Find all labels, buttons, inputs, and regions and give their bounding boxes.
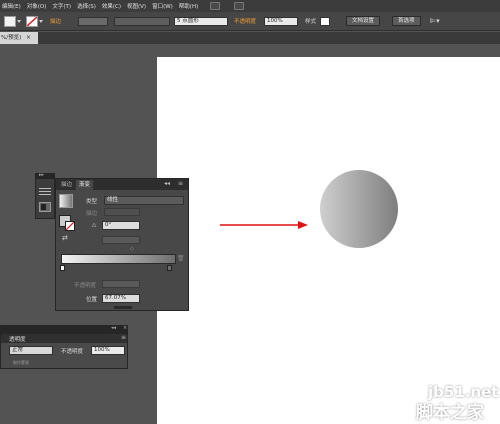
location-value: 67.07% [105, 295, 126, 301]
angle-value: 0° [105, 222, 112, 228]
stroke-row-label: 描边 [86, 211, 98, 217]
document-setup-button[interactable]: 文档设置 [346, 16, 381, 26]
angle-field[interactable]: 0° [102, 221, 140, 230]
gradient-panel-titlebar: 描边 渐变 ◂◂ ≡ [56, 179, 188, 190]
midpoint-diamond-icon[interactable]: ◇ [130, 246, 134, 252]
transparency-opacity-value: 100% [94, 347, 110, 353]
panel-icon-strip: ▸▸ [35, 172, 55, 219]
type-label: 类型 [86, 199, 98, 205]
gradient-preview-swatch[interactable] [59, 194, 73, 208]
document-tab[interactable]: %/预览) × [0, 32, 38, 44]
close-icon[interactable]: × [123, 325, 127, 331]
strip-header[interactable]: ▸▸ [36, 172, 54, 179]
collapse-icon[interactable]: ▸▸ [39, 172, 44, 178]
stroke-none-small-icon[interactable] [65, 221, 75, 231]
aspect-ratio-field[interactable] [102, 236, 140, 244]
red-arrow-icon [220, 221, 308, 229]
stroke-none-icon[interactable] [26, 16, 38, 27]
gradient-panel-icon[interactable] [39, 202, 51, 212]
align-panel-icon[interactable] [39, 186, 51, 196]
watermark-text: 脚本之家 [416, 403, 484, 423]
color-stop-left[interactable] [60, 265, 65, 271]
control-bar: 描边 5 点圆形 不透明度 100% 样式 文档设置 首选项 ⊫▾ [0, 12, 500, 31]
preferences-label: 首选项 [398, 18, 415, 24]
location-field[interactable]: 67.07% [102, 294, 140, 303]
gradient-slider[interactable] [61, 254, 176, 264]
collapse-panel-icon[interactable]: ◂◂ [164, 180, 170, 187]
transparency-opacity-field[interactable]: 100% [91, 346, 125, 355]
gradient-type-value: 线性 [107, 197, 119, 203]
menu-help[interactable]: 帮助(H) [179, 2, 198, 10]
opacity-field[interactable]: 100% [264, 17, 298, 26]
menu-view[interactable]: 视图(V) [127, 2, 146, 10]
stroke-label[interactable]: 描边 [50, 17, 61, 25]
document-setup-label: 文档设置 [352, 18, 375, 24]
stroke-weight-field[interactable] [78, 17, 108, 26]
menu-window[interactable]: 窗口(W) [152, 2, 173, 10]
bridge-button-icon[interactable] [210, 2, 221, 10]
stop-opacity-field[interactable] [102, 280, 140, 288]
stroke-dropdown-icon[interactable] [39, 20, 43, 23]
blend-mode-dropdown[interactable]: 正常 [9, 346, 53, 355]
gradient-type-dropdown[interactable]: 线性 [104, 196, 184, 205]
style-swatch-icon[interactable] [320, 17, 330, 26]
close-icon[interactable]: × [26, 32, 31, 44]
delete-stop-icon[interactable]: 🗑 [177, 255, 185, 262]
gradient-panel: 描边 渐变 ◂◂ ≡ 类型 线性 描边 △ 0° ⇄ ◇ 🗑 不透明度 位置 6… [55, 178, 189, 311]
make-mask-label[interactable]: 制作蒙版 [13, 360, 29, 366]
stop-opacity-label: 不透明度 [74, 283, 97, 289]
transparency-panel-header[interactable]: ◂◂ × [1, 325, 127, 334]
document-tab-bar: %/预览) × [0, 32, 500, 44]
document-tab-label: %/预览) [1, 35, 22, 41]
menu-select[interactable]: 选择(S) [77, 2, 96, 10]
stroke-gradient-buttons[interactable] [104, 208, 140, 216]
panel-resize-handle[interactable] [114, 306, 132, 309]
menu-effect[interactable]: 效果(C) [102, 2, 121, 10]
menu-type[interactable]: 文字(T) [52, 2, 71, 10]
arrange-documents-icon[interactable] [234, 2, 245, 10]
style-label: 样式 [305, 19, 317, 25]
transparency-panel-titlebar: 透明度 ≡ [1, 334, 127, 343]
location-label: 位置 [86, 297, 98, 303]
tab-stroke[interactable]: 描边 [58, 180, 75, 190]
gradient-circle[interactable] [320, 170, 398, 248]
menu-edit[interactable]: 编辑(E) [2, 2, 21, 10]
reverse-gradient-icon[interactable]: ⇄ [62, 234, 68, 242]
fill-swatch-icon[interactable] [4, 16, 16, 27]
transparency-panel: ◂◂ × 透明度 ≡ 正常 不透明度 100% 制作蒙版 [0, 325, 128, 369]
align-icon[interactable]: ⊫▾ [430, 17, 444, 26]
menu-bar: 编辑(E) 对象(O) 文字(T) 选择(S) 效果(C) 视图(V) 窗口(W… [0, 0, 500, 12]
brush-definition-dropdown[interactable]: 5 点圆形 [174, 17, 228, 26]
brush-definition-value: 5 点圆形 [177, 18, 199, 24]
tab-gradient[interactable]: 渐变 [76, 180, 94, 190]
collapse-icon[interactable]: ◂◂ [111, 325, 116, 331]
preferences-button[interactable]: 首选项 [392, 16, 421, 26]
transparency-opacity-label: 不透明度 [61, 349, 84, 355]
opacity-value: 100% [267, 18, 283, 24]
transparency-panel-title[interactable]: 透明度 [9, 335, 26, 343]
panel-menu-icon[interactable]: ≡ [121, 334, 126, 341]
artboard[interactable] [157, 57, 500, 424]
blend-mode-value: 正常 [12, 347, 24, 353]
opacity-label[interactable]: 不透明度 [234, 17, 256, 25]
fill-dropdown-icon[interactable] [17, 20, 21, 23]
menu-object[interactable]: 对象(O) [27, 2, 47, 10]
panel-menu-icon[interactable]: ≡ [178, 180, 183, 187]
color-stop-right[interactable] [167, 265, 172, 271]
variable-width-dropdown[interactable] [114, 17, 170, 26]
angle-icon: △ [92, 222, 97, 228]
